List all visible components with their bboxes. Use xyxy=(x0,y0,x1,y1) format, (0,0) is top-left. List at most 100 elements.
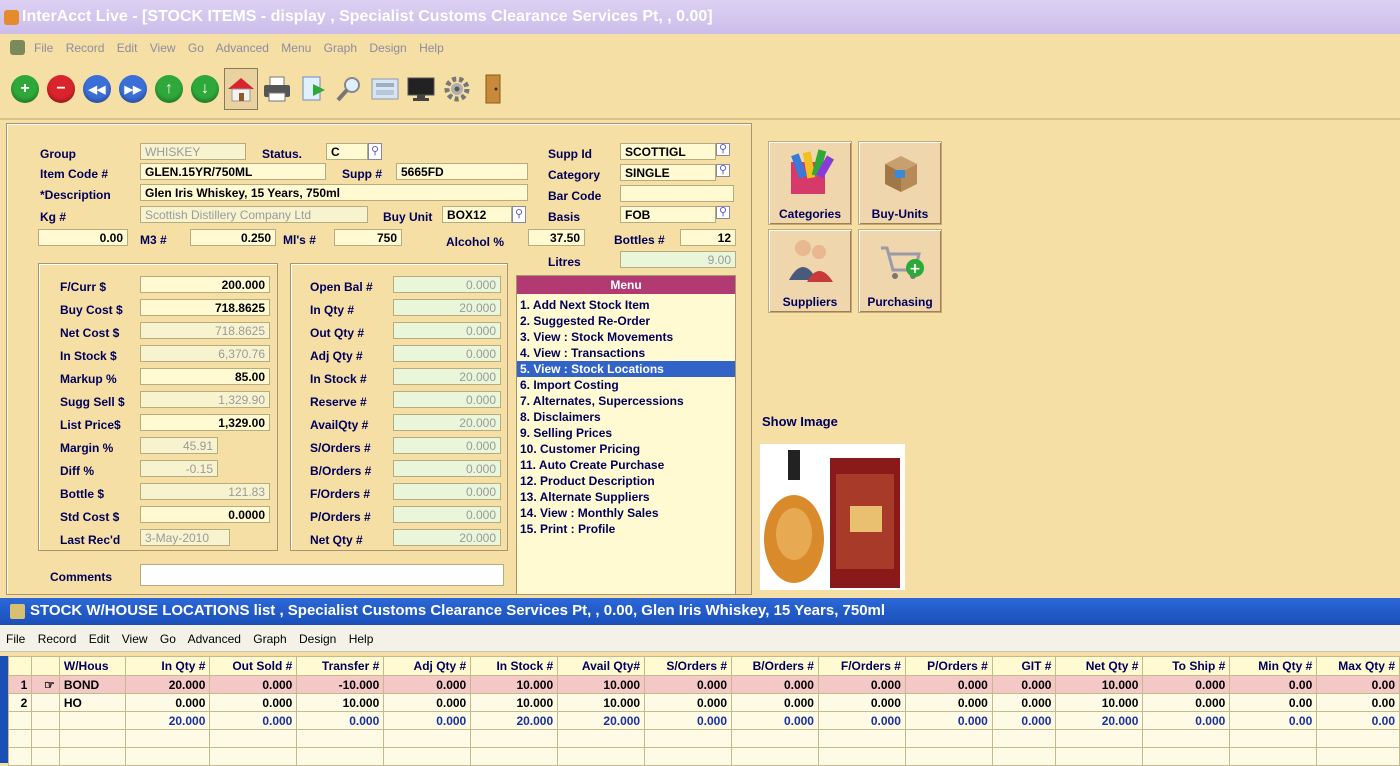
last-button[interactable]: ▶▶ xyxy=(116,68,150,110)
previous-button[interactable]: ↑ xyxy=(152,68,186,110)
first-button[interactable]: ◀◀ xyxy=(80,68,114,110)
bar-code-field[interactable] xyxy=(620,185,734,202)
status-field[interactable]: C xyxy=(326,143,368,160)
col-header-out-sold[interactable]: Out Sold # xyxy=(209,656,298,676)
col-header-borders[interactable]: B/Orders # xyxy=(731,656,819,676)
buy-units-button[interactable]: Buy-Units xyxy=(858,141,942,225)
table-row[interactable]: 1 ☞ BOND 20.000 0.000 -10.000 0.000 10.000 10.00… xyxy=(7,675,1400,694)
col-header-to-ship[interactable]: To Ship # xyxy=(1142,656,1231,676)
col-header-warehouse[interactable]: W/Hous xyxy=(58,656,126,676)
m3-field[interactable]: 0.250 xyxy=(190,229,276,246)
export-button[interactable] xyxy=(296,68,330,110)
col-header[interactable] xyxy=(31,656,60,676)
mls-field[interactable]: 750 xyxy=(334,229,402,246)
menu-record[interactable]: Record xyxy=(66,41,105,55)
item-code-field[interactable]: GLEN.15YR/750ML xyxy=(140,163,326,180)
empty-row[interactable] xyxy=(7,729,1400,748)
menu-item-stock-locations[interactable]: 5. View : Stock Locations xyxy=(517,361,735,377)
suppliers-button[interactable]: Suppliers xyxy=(768,229,852,313)
supp-id-field[interactable]: SCOTTIGL xyxy=(620,143,716,160)
menu-item-alternate-suppliers[interactable]: 13. Alternate Suppliers xyxy=(517,489,735,505)
menu-item-selling-prices[interactable]: 9. Selling Prices xyxy=(517,425,735,441)
menu-item-add-next[interactable]: 1. Add Next Stock Item xyxy=(517,297,735,313)
menu-item-stock-movements[interactable]: 3. View : Stock Movements xyxy=(517,329,735,345)
menu-item-import-costing[interactable]: 6. Import Costing xyxy=(517,377,735,393)
buy-unit-lookup-icon[interactable]: ⚲ xyxy=(512,206,526,223)
col-header-git[interactable]: GIT # xyxy=(991,656,1057,676)
loc-menu-view[interactable]: View xyxy=(122,632,148,646)
col-header-adj-qty[interactable]: Adj Qty # xyxy=(383,656,472,676)
settings-button[interactable] xyxy=(440,68,474,110)
col-header-max-qty[interactable]: Max Qty # xyxy=(1316,656,1400,676)
menu-item-suggested-reorder[interactable]: 2. Suggested Re-Order xyxy=(517,313,735,329)
search-button[interactable] xyxy=(332,68,366,110)
menu-help[interactable]: Help xyxy=(419,41,444,55)
supp-id-lookup-icon[interactable]: ⚲ xyxy=(716,143,730,156)
menu-design[interactable]: Design xyxy=(369,41,406,55)
col-header-transfer[interactable]: Transfer # xyxy=(296,656,385,676)
col-header-net-qty[interactable]: Net Qty # xyxy=(1055,656,1144,676)
home-button[interactable] xyxy=(224,68,258,110)
fcurr-field[interactable]: 200.000 xyxy=(140,276,270,293)
alcohol-field[interactable]: 37.50 xyxy=(528,229,585,246)
category-lookup-icon[interactable]: ⚲ xyxy=(716,164,730,177)
menu-graph[interactable]: Graph xyxy=(324,41,357,55)
col-header-min-qty[interactable]: Min Qty # xyxy=(1229,656,1318,676)
std-cost-field[interactable]: 0.0000 xyxy=(140,506,270,523)
markup-field[interactable]: 85.00 xyxy=(140,368,270,385)
buy-cost-field[interactable]: 718.8625 xyxy=(140,299,270,316)
kg-field[interactable]: 0.00 xyxy=(38,229,128,246)
loc-menu-advanced[interactable]: Advanced xyxy=(188,632,241,646)
bottles-field[interactable]: 12 xyxy=(680,229,736,246)
menu-go[interactable]: Go xyxy=(188,41,204,55)
col-header-sorders[interactable]: S/Orders # xyxy=(644,656,733,676)
calculator-button[interactable] xyxy=(368,68,402,110)
menu-item-alternates[interactable]: 7. Alternates, Supercessions xyxy=(517,393,735,409)
print-button[interactable] xyxy=(260,68,294,110)
col-header-porders[interactable]: P/Orders # xyxy=(904,656,993,676)
status-lookup-icon[interactable]: ⚲ xyxy=(368,143,382,160)
basis-lookup-icon[interactable]: ⚲ xyxy=(716,206,730,219)
loc-menu-design[interactable]: Design xyxy=(299,632,336,646)
purchasing-button[interactable]: + Purchasing xyxy=(858,229,942,313)
col-header-forders[interactable]: F/Orders # xyxy=(817,656,906,676)
description-field[interactable]: Glen Iris Whiskey, 15 Years, 750ml xyxy=(140,184,528,201)
menu-item-transactions[interactable]: 4. View : Transactions xyxy=(517,345,735,361)
buy-unit-field[interactable]: BOX12 xyxy=(442,206,512,223)
menu-menu[interactable]: Menu xyxy=(281,41,311,55)
loc-menu-edit[interactable]: Edit xyxy=(89,632,110,646)
col-header-in-stock[interactable]: In Stock # xyxy=(470,656,559,676)
loc-menu-graph[interactable]: Graph xyxy=(253,632,286,646)
add-button[interactable]: + xyxy=(8,68,42,110)
basis-field[interactable]: FOB xyxy=(620,206,716,223)
menu-item-customer-pricing[interactable]: 10. Customer Pricing xyxy=(517,441,735,457)
table-row[interactable]: 2 HO 0.000 0.000 10.000 0.000 10.000 10.000 0.00… xyxy=(7,693,1400,712)
group-field[interactable]: WHISKEY xyxy=(140,143,246,160)
supp-no-field[interactable]: 5665FD xyxy=(396,163,528,180)
category-field[interactable]: SINGLE xyxy=(620,164,716,181)
col-header-in-qty[interactable]: In Qty # xyxy=(124,656,211,676)
exit-button[interactable] xyxy=(476,68,510,110)
menu-item-auto-create-purchase[interactable]: 11. Auto Create Purchase xyxy=(517,457,735,473)
loc-menu-file[interactable]: File xyxy=(6,632,25,646)
menu-file[interactable]: File xyxy=(34,41,53,55)
loc-menu-help[interactable]: Help xyxy=(349,632,374,646)
app-menu-icon[interactable] xyxy=(10,40,25,55)
supplier-name-field[interactable]: Scottish Distillery Company Ltd xyxy=(140,206,368,223)
categories-button[interactable]: Categories xyxy=(768,141,852,225)
delete-button[interactable]: − xyxy=(44,68,78,110)
menu-item-print-profile[interactable]: 15. Print : Profile xyxy=(517,521,735,537)
col-header-avail-qty[interactable]: Avail Qty# xyxy=(557,656,646,676)
monitor-button[interactable] xyxy=(404,68,438,110)
loc-menu-go[interactable]: Go xyxy=(160,632,176,646)
show-image-label[interactable]: Show Image xyxy=(762,414,838,429)
menu-item-product-description[interactable]: 12. Product Description xyxy=(517,473,735,489)
loc-menu-record[interactable]: Record xyxy=(38,632,77,646)
menu-edit[interactable]: Edit xyxy=(117,41,138,55)
menu-item-monthly-sales[interactable]: 14. View : Monthly Sales xyxy=(517,505,735,521)
list-price-field[interactable]: 1,329.00 xyxy=(140,414,270,431)
col-header[interactable] xyxy=(7,656,33,676)
comments-field[interactable] xyxy=(140,564,504,586)
menu-advanced[interactable]: Advanced xyxy=(216,41,269,55)
next-button[interactable]: ↓ xyxy=(188,68,222,110)
